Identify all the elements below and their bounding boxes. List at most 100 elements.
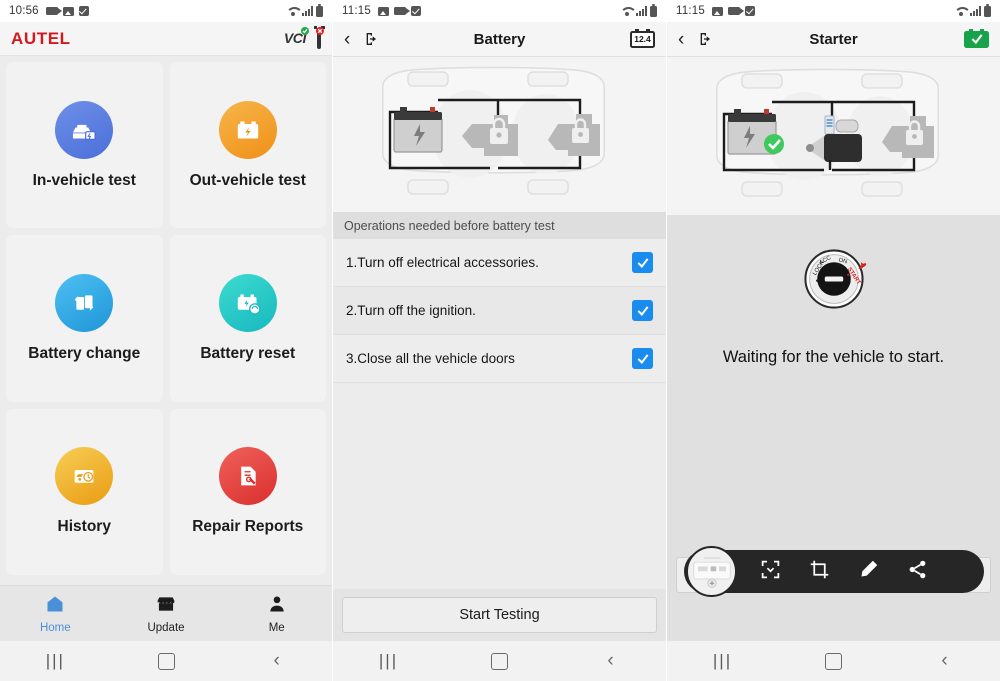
operation-checkbox[interactable] <box>632 252 653 273</box>
vehicle-circuit-diagram <box>667 57 1000 215</box>
recents-key[interactable]: ||| <box>333 651 444 671</box>
home-key[interactable] <box>111 653 222 670</box>
back-key[interactable]: ‹ <box>555 650 666 672</box>
operation-row[interactable]: 1.Turn off electrical accessories. <box>333 239 666 287</box>
camera-icon <box>46 7 58 15</box>
nav-item-home[interactable]: Home <box>0 586 111 641</box>
grid-card-label: Repair Reports <box>192 518 303 536</box>
nav-item-label: Update <box>147 622 184 634</box>
android-soft-keys: ||| ‹ <box>667 641 1000 681</box>
chevron-left-icon[interactable]: ‹ <box>678 30 684 49</box>
operation-checkbox[interactable] <box>632 348 653 369</box>
grid-card-label: In-vehicle test <box>33 172 136 190</box>
camera-icon <box>394 7 406 15</box>
battery-icon <box>984 6 991 17</box>
status-left-icons <box>46 6 89 16</box>
person-icon <box>267 594 287 619</box>
status-bar: 11:15 <box>333 0 666 22</box>
operation-row[interactable]: 2.Turn off the ignition. <box>333 287 666 335</box>
battery-icon <box>316 6 323 17</box>
panel-battery-test: 11:15 ‹ Battery 12.4 <box>333 0 667 681</box>
operation-text: 1.Turn off electrical accessories. <box>346 255 539 270</box>
image-icon <box>63 7 74 16</box>
history-clock-icon <box>55 447 113 505</box>
operation-checkbox[interactable] <box>632 300 653 321</box>
starter-body: LOCK ACC ON START Waiting for the vehicl… <box>667 57 1000 641</box>
status-time: 10:56 <box>9 5 39 17</box>
recents-key[interactable]: ||| <box>0 651 111 671</box>
status-time: 11:15 <box>342 5 371 17</box>
wifi-icon <box>954 6 967 16</box>
primary-button-bar: Start Testing <box>333 589 666 641</box>
operation-row[interactable]: 3.Close all the vehicle doors <box>333 335 666 383</box>
vci-status-button[interactable]: VCI <box>284 30 306 48</box>
battery-swap-icon <box>55 274 113 332</box>
voltage-value: 12.4 <box>634 34 651 44</box>
back-key[interactable]: ‹ <box>889 650 1000 672</box>
battery-error-badge <box>316 27 324 35</box>
android-soft-keys: ||| ‹ <box>0 641 332 681</box>
section-header: Operations needed before battery test <box>333 212 666 239</box>
recents-key[interactable]: ||| <box>667 651 778 671</box>
start-testing-button[interactable]: Start Testing <box>342 597 657 633</box>
grid-card-battery-reset[interactable]: Battery reset <box>170 235 327 401</box>
panel-starter-test: 11:15 ‹ Starter <box>667 0 1000 681</box>
nav-item-update[interactable]: Update <box>111 586 222 641</box>
checkbox-icon <box>411 6 421 16</box>
wifi-icon <box>286 6 299 16</box>
grid-card-label: Battery reset <box>200 345 295 363</box>
page-title: Battery <box>333 31 666 48</box>
battery-ok-indicator[interactable] <box>964 31 989 48</box>
autel-logo: AUTEL <box>11 29 71 49</box>
checkbox-icon <box>745 6 755 16</box>
status-bar: 11:15 <box>667 0 1000 22</box>
screenshot-thumbnail[interactable] <box>686 546 737 597</box>
back-key[interactable]: ‹ <box>221 650 332 672</box>
status-right-icons <box>620 6 657 17</box>
status-right-icons <box>286 6 323 17</box>
repair-document-icon <box>219 447 277 505</box>
exit-icon[interactable] <box>364 31 380 47</box>
signal-icon <box>302 6 313 16</box>
vci-connected-badge <box>301 27 309 35</box>
feature-grid: In-vehicle test Out-vehicle test Battery… <box>0 56 332 581</box>
page-title: Starter <box>667 31 1000 48</box>
signal-icon <box>970 6 981 16</box>
status-right-icons <box>954 6 991 17</box>
grid-card-out-vehicle-test[interactable]: Out-vehicle test <box>170 62 327 228</box>
grid-card-in-vehicle-test[interactable]: In-vehicle test <box>6 62 163 228</box>
nav-item-label: Me <box>269 622 285 634</box>
home-key[interactable] <box>778 653 889 670</box>
grid-card-repair-reports[interactable]: Repair Reports <box>170 409 327 575</box>
crop-icon[interactable] <box>809 559 830 585</box>
status-left-icons <box>712 6 755 16</box>
panel-autel-home: 10:56 AUTEL VCI <box>0 0 333 681</box>
battery-voltage-icon: 12.4 <box>630 31 655 48</box>
grid-card-battery-change[interactable]: Battery change <box>6 235 163 401</box>
voltage-indicator[interactable]: 12.4 <box>630 31 655 48</box>
nav-item-me[interactable]: Me <box>221 586 332 641</box>
battery-ok-icon <box>964 31 989 48</box>
scroll-capture-icon[interactable] <box>760 559 781 585</box>
share-icon[interactable] <box>907 559 928 585</box>
status-time: 11:15 <box>676 5 705 17</box>
chevron-left-icon[interactable]: ‹ <box>344 30 350 49</box>
nav-item-label: Home <box>40 622 71 634</box>
battery-reset-icon <box>219 274 277 332</box>
battery-status-button[interactable] <box>317 30 321 48</box>
checkbox-icon <box>79 6 89 16</box>
status-left-icons <box>378 6 421 16</box>
image-icon <box>712 7 723 16</box>
draw-icon[interactable] <box>858 559 879 585</box>
status-message: Waiting for the vehicle to start. <box>723 348 944 367</box>
exit-icon[interactable] <box>698 31 714 47</box>
android-soft-keys: ||| ‹ <box>333 641 666 681</box>
grid-card-history[interactable]: History <box>6 409 163 575</box>
operation-text: 2.Turn off the ignition. <box>346 303 476 318</box>
image-icon <box>378 7 389 16</box>
home-key[interactable] <box>444 653 555 670</box>
battery-bolt-icon <box>219 101 277 159</box>
app-header: AUTEL VCI <box>0 22 332 56</box>
signal-icon <box>636 6 647 16</box>
status-bar: 10:56 <box>0 0 332 22</box>
